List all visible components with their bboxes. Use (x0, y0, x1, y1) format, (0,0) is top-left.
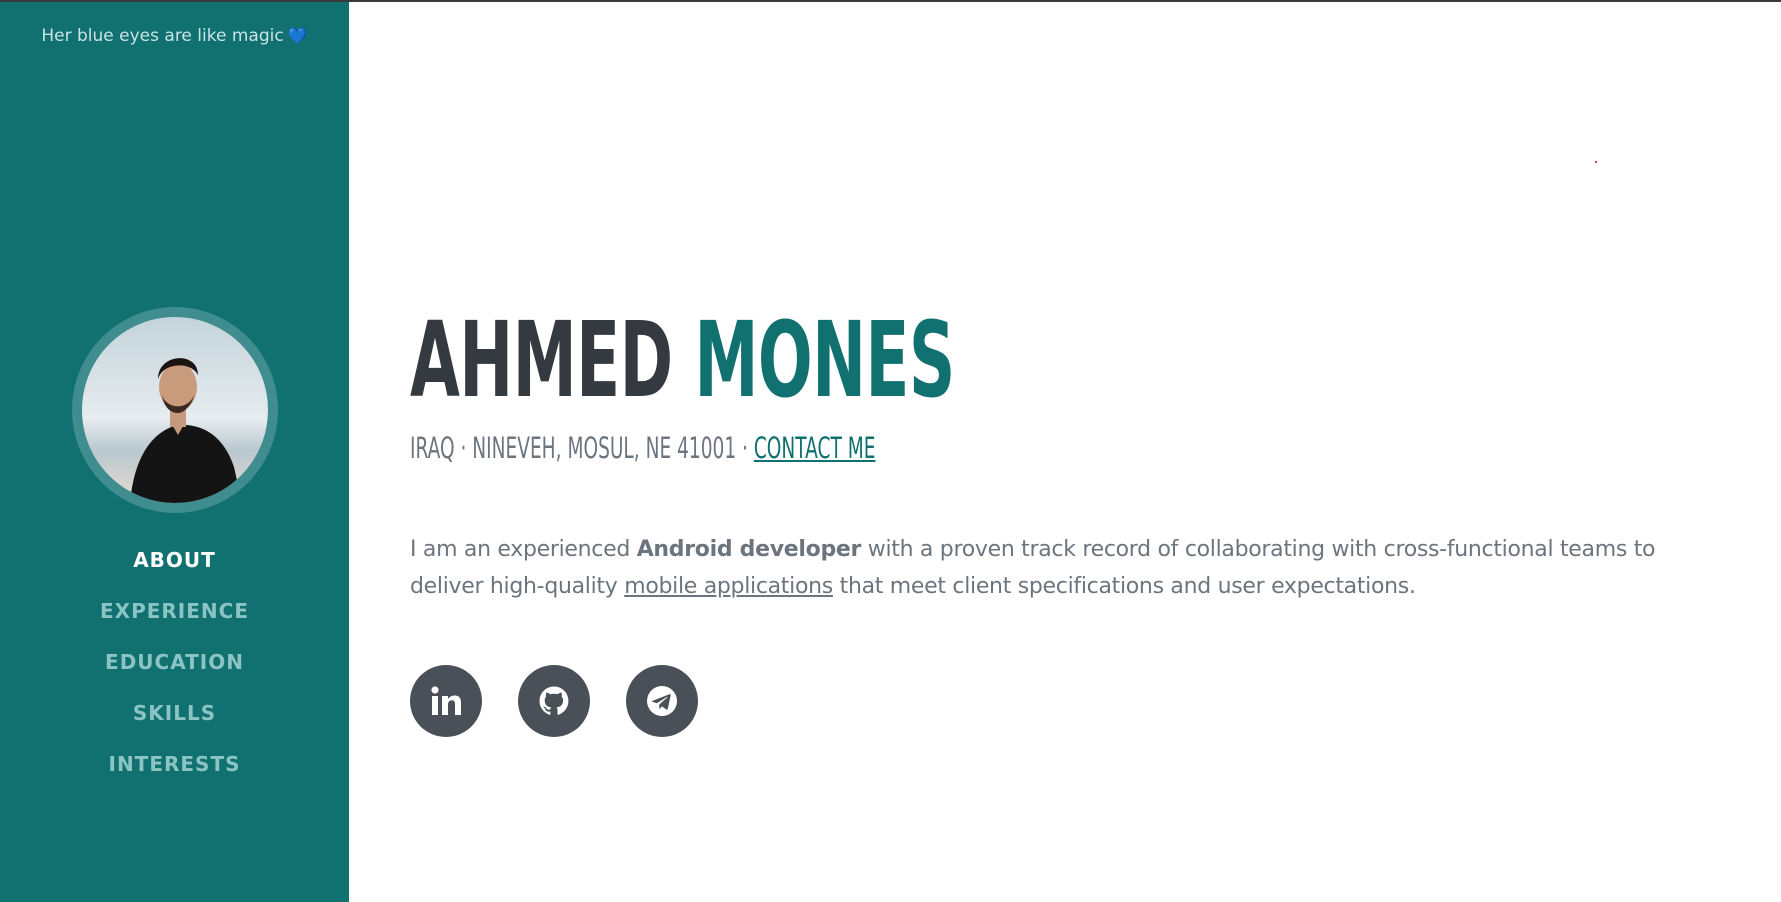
last-name: MONES (694, 299, 955, 421)
address-line: IRAQ · NINEVEH, MOSUL, NE 41001 · CONTAC… (410, 428, 875, 468)
social-icons (410, 665, 698, 737)
mobile-applications-link[interactable]: mobile applications (624, 574, 833, 599)
github-button[interactable] (518, 665, 590, 737)
bio-role: Android developer (636, 537, 862, 562)
linkedin-icon (431, 686, 461, 715)
sidebar: Her blue eyes are like magic 💙 ABOUT EXP… (0, 2, 349, 902)
contact-me-link[interactable]: CONTACT ME (754, 431, 876, 465)
about-section: AHMED MONES IRAQ · NINEVEH, MOSUL, NE 41… (410, 0, 1740, 902)
decorative-dot (1595, 161, 1597, 163)
avatar-photo (82, 317, 268, 503)
github-icon (539, 686, 569, 715)
tagline-text: Her blue eyes are like magic (41, 26, 284, 46)
sidebar-nav: ABOUT EXPERIENCE EDUCATION SKILLS INTERE… (0, 542, 349, 797)
nav-item-experience[interactable]: EXPERIENCE (0, 593, 349, 644)
bio-prefix: I am an experienced (410, 537, 637, 562)
profile-avatar-ring (72, 307, 278, 513)
sidebar-tagline: Her blue eyes are like magic 💙 (0, 26, 349, 46)
bio-paragraph: I am an experienced Android developer wi… (410, 531, 1700, 605)
nav-item-education[interactable]: EDUCATION (0, 644, 349, 695)
nav-item-about[interactable]: ABOUT (0, 542, 349, 593)
nav-item-interests[interactable]: INTERESTS (0, 746, 349, 797)
bio-suffix: that meet client specifications and user… (832, 574, 1416, 599)
blue-heart-icon: 💙 (287, 26, 308, 45)
first-name: AHMED (410, 299, 673, 421)
page-title: AHMED MONES (410, 300, 955, 420)
telegram-icon (647, 686, 677, 716)
nav-item-skills[interactable]: SKILLS (0, 695, 349, 746)
telegram-button[interactable] (626, 665, 698, 737)
avatar (82, 317, 268, 503)
linkedin-button[interactable] (410, 665, 482, 737)
address-text: IRAQ · NINEVEH, MOSUL, NE 41001 · (410, 431, 754, 465)
